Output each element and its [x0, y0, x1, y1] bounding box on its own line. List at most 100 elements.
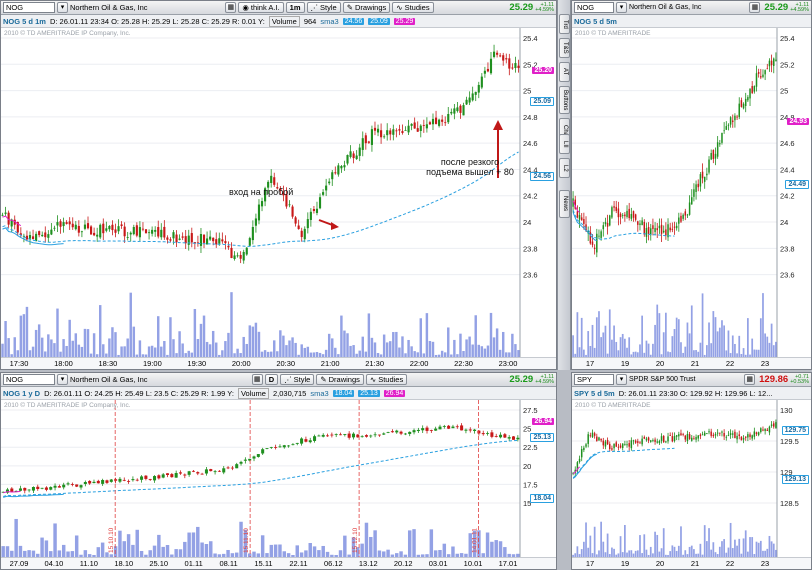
- volume-bar: [654, 531, 656, 557]
- candle: [144, 229, 148, 234]
- candle: [38, 231, 41, 236]
- candle: [1, 214, 4, 216]
- symbol-input-bl[interactable]: [3, 374, 55, 385]
- volume-bar: [126, 534, 131, 557]
- symbol-dropdown-icon-tr[interactable]: ▾: [616, 2, 627, 13]
- volume-bar: [619, 337, 622, 357]
- sidebar-tab-l2[interactable]: L2: [559, 158, 570, 178]
- symbol-dropdown-icon-br[interactable]: ▾: [616, 374, 627, 385]
- studies-button[interactable]: ∿ Studies: [392, 2, 434, 13]
- candle: [318, 197, 322, 209]
- symbol-dropdown-icon-bl[interactable]: ▾: [57, 374, 68, 385]
- symbol-input-tr[interactable]: [574, 2, 614, 13]
- drawings-button[interactable]: ✎ Drawings: [342, 2, 391, 13]
- candle: [160, 229, 163, 238]
- drawings-button-bl[interactable]: ✎ Drawings: [316, 374, 364, 385]
- x-tick-label: 03.01: [428, 559, 448, 568]
- candle: [233, 255, 236, 259]
- volume-bar: [489, 312, 493, 357]
- last-price: 25.29: [509, 2, 534, 13]
- sidebar-tab-trd[interactable]: Trd: [559, 14, 570, 34]
- volume-bar: [764, 333, 766, 357]
- volume-bar: [768, 342, 771, 357]
- volume-bar: [611, 339, 613, 357]
- sidebar-tab-lii[interactable]: LII: [559, 134, 570, 154]
- candle: [239, 254, 242, 259]
- candle: [650, 440, 652, 442]
- volume-bar: [639, 344, 641, 357]
- volume-bar: [324, 349, 328, 357]
- volume-bar: [114, 332, 117, 357]
- topright-plot[interactable]: 25.425.22524.824.624.424.22423.823.6: [572, 28, 811, 357]
- volume-bar: [656, 304, 659, 357]
- volume-bar: [690, 545, 693, 557]
- style-button-bl[interactable]: ⋰ Style: [280, 374, 315, 385]
- volume-bar: [701, 293, 704, 357]
- volume-bar: [224, 341, 227, 357]
- candle: [688, 434, 691, 440]
- candle: [230, 467, 234, 469]
- topright-infobar: NOG 5 d 5m: [572, 15, 811, 28]
- candle: [278, 446, 282, 448]
- volume-bar: [245, 343, 248, 357]
- sidebar-tab-at[interactable]: AT: [559, 62, 570, 82]
- volume-bar: [412, 529, 416, 557]
- symbol-input[interactable]: [3, 2, 55, 13]
- symbol-dropdown-icon[interactable]: ▾: [57, 2, 68, 13]
- volume-bar: [153, 347, 157, 357]
- studies-button-bl[interactable]: ∿ Studies: [365, 374, 408, 385]
- volume-bar: [61, 544, 66, 557]
- volume-bar: [98, 305, 102, 357]
- candle: [170, 474, 174, 478]
- bottomright-plot[interactable]: 130 129.5 129 128.5: [572, 400, 811, 557]
- candle: [736, 116, 738, 118]
- aggregation-button-bl[interactable]: D: [264, 374, 279, 385]
- volume-bar: [442, 543, 447, 557]
- volume-bar: [613, 325, 615, 357]
- candle: [166, 237, 169, 240]
- link-icon-br[interactable]: ▦: [744, 374, 756, 385]
- candle: [583, 218, 585, 224]
- candle: [196, 472, 200, 474]
- link-icon-bl[interactable]: ▦: [251, 374, 263, 385]
- volume-bar: [161, 546, 165, 557]
- candle: [227, 245, 230, 248]
- candle: [309, 211, 312, 220]
- candle: [122, 479, 126, 481]
- candle: [172, 232, 175, 239]
- candle: [10, 488, 14, 492]
- last-price-br: 129.86: [759, 374, 789, 385]
- bottomright-candles-svg: 130129.5129128.5: [572, 400, 811, 557]
- volume-bar: [373, 342, 377, 357]
- candle: [680, 433, 682, 436]
- ai-button[interactable]: ◉ think A.I.: [238, 2, 284, 13]
- volume-bar: [606, 533, 609, 557]
- link-icon-tr[interactable]: ▦: [749, 2, 761, 13]
- candle: [652, 440, 654, 441]
- candle: [340, 165, 343, 169]
- style-button[interactable]: ⋰ Style: [306, 2, 341, 13]
- sidebar-tab-ts[interactable]: T&S: [559, 38, 570, 58]
- candle: [93, 232, 96, 236]
- main-infobar: NOG 5 d 1m D: 26.01.11 23:34 O: 25.28 H:…: [1, 15, 556, 28]
- bottomleft-plot[interactable]: 27.5 25 22.5 20 17.5 15 15.10.10 15.11.10 15.12.…: [1, 400, 556, 557]
- volume-bar: [725, 350, 728, 357]
- candle: [658, 441, 661, 444]
- sidebar-tab-buttons[interactable]: Buttons: [559, 86, 570, 114]
- candle: [408, 431, 412, 434]
- candle: [691, 197, 693, 205]
- candle: [609, 215, 611, 226]
- candle: [499, 55, 502, 57]
- volume-bar: [742, 348, 745, 357]
- volume-bar: [608, 309, 611, 357]
- candle: [654, 228, 656, 232]
- candle: [419, 125, 422, 131]
- candle: [77, 225, 80, 233]
- link-icon[interactable]: ▦: [225, 2, 237, 13]
- candle: [455, 426, 459, 428]
- candle: [382, 433, 386, 435]
- sidebar-tab-news[interactable]: News: [559, 190, 570, 218]
- aggregation-button[interactable]: 1m: [285, 2, 305, 13]
- volume-bar: [227, 332, 230, 357]
- symbol-input-br[interactable]: [574, 374, 614, 385]
